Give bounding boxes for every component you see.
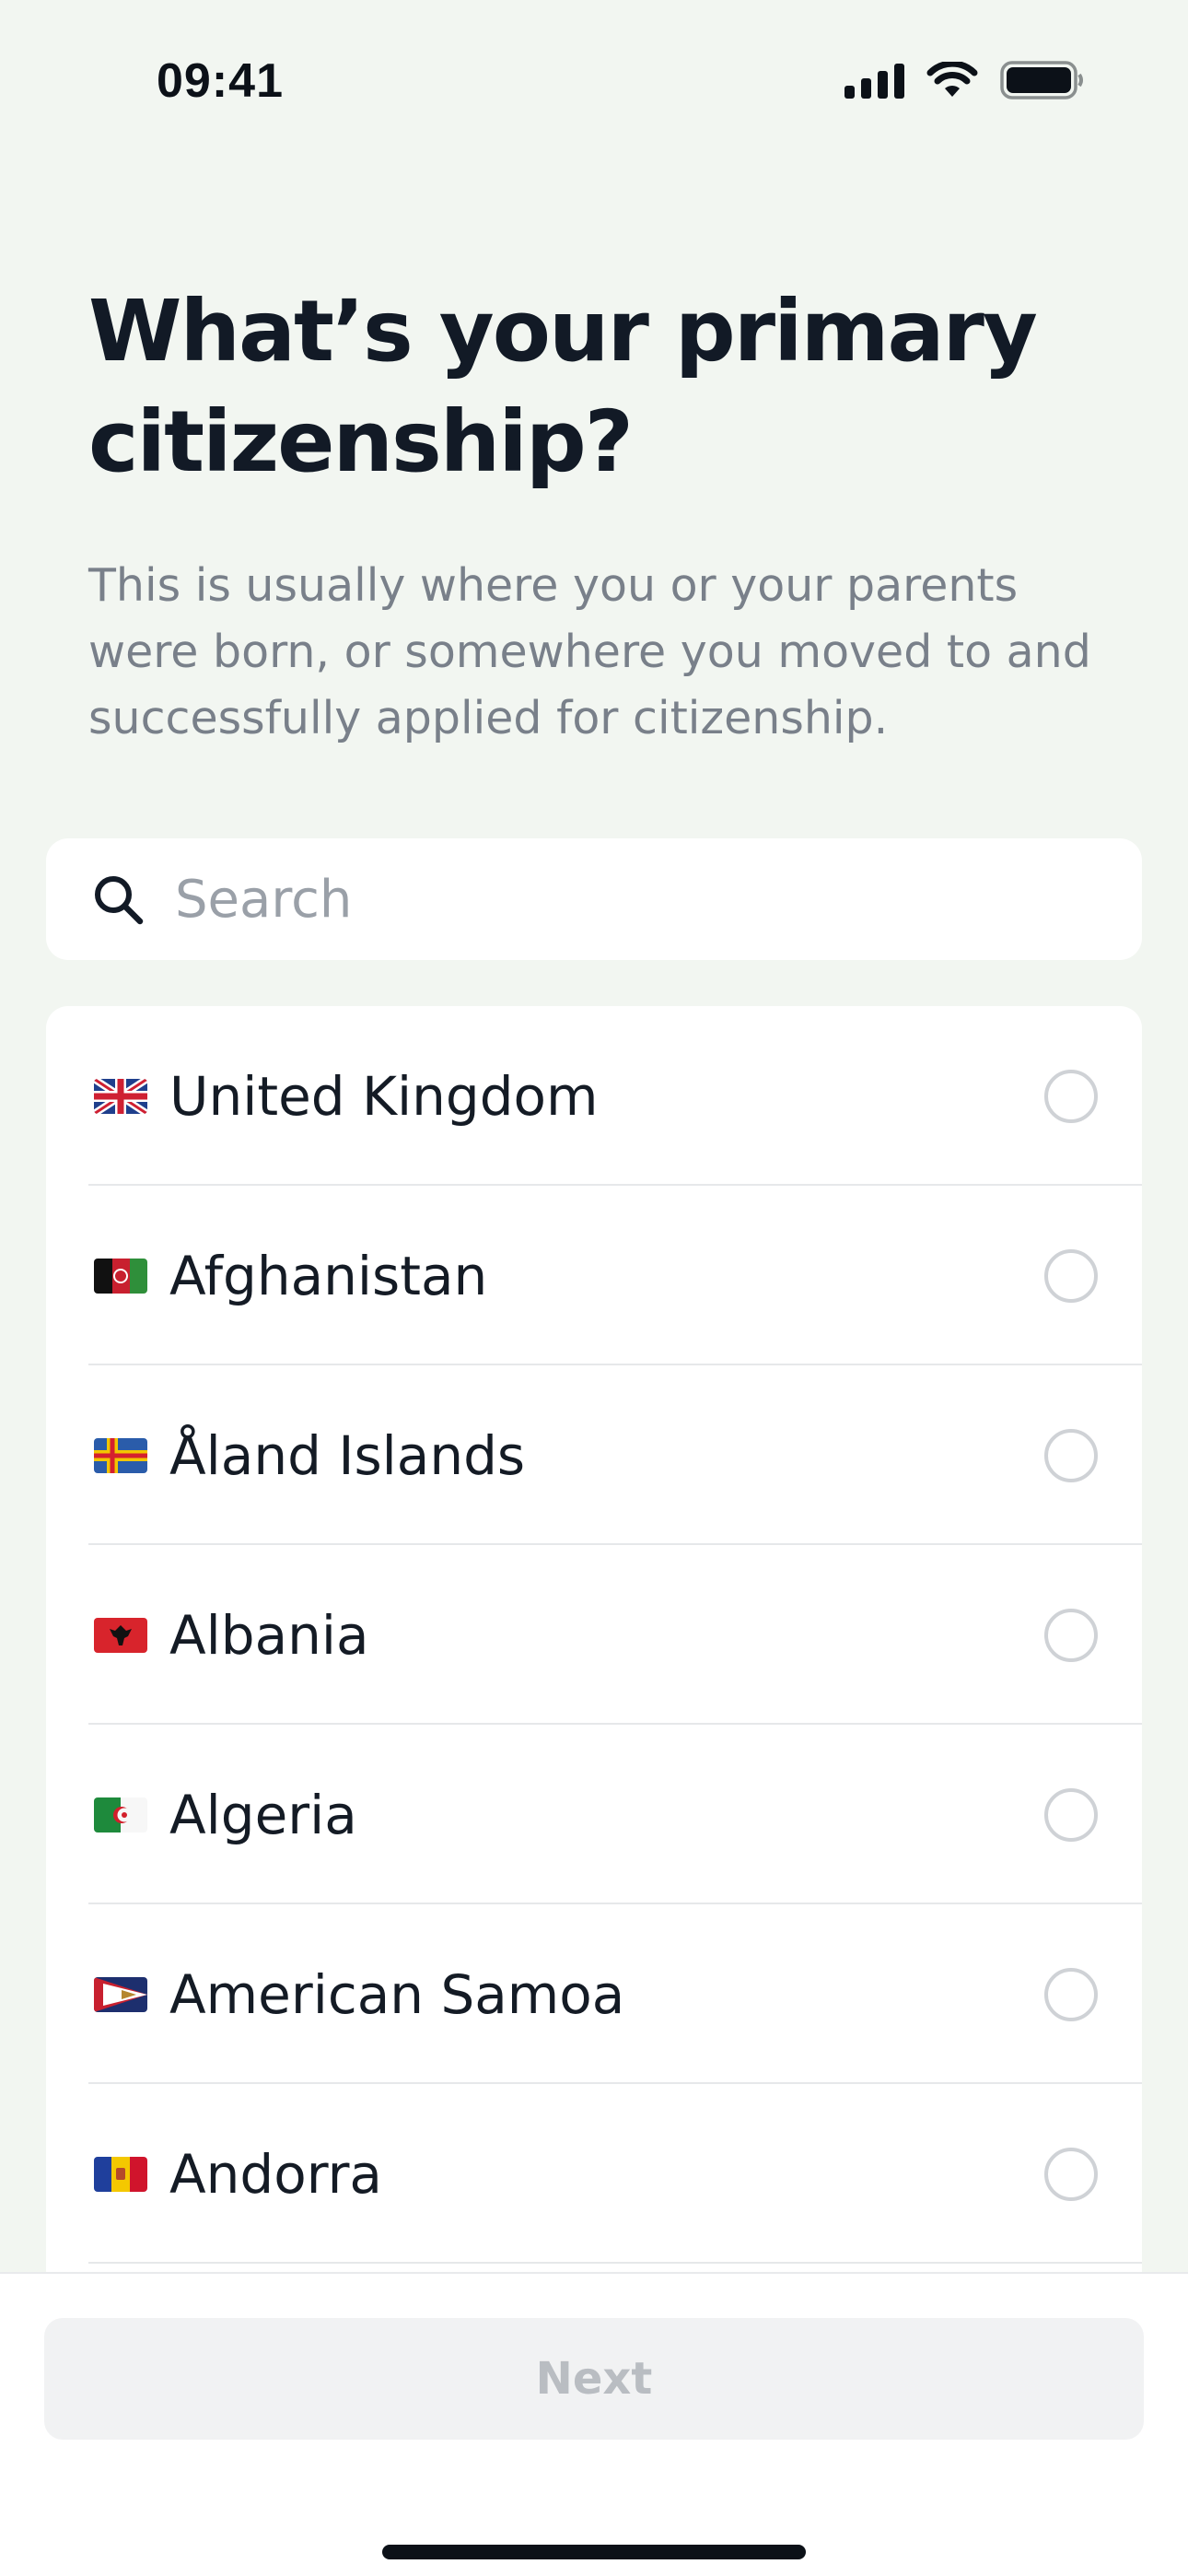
battery-icon [1000,60,1085,100]
flag-ad-icon [94,2156,147,2192]
signal-icon [844,62,904,99]
status-bar: 09:41 [0,0,1188,157]
country-list[interactable]: United Kingdom Afghanistan Åland Islands [46,1006,1142,2277]
page-title: What’s your primary citizenship? [88,282,1038,491]
flag-ax-icon [94,1437,147,1473]
country-name: Algeria [169,1783,357,1846]
flag-af-icon [94,1258,147,1294]
country-name: Albania [169,1603,369,1667]
radio-button[interactable] [1044,1967,1098,2021]
page-subtitle: This is usually where you or your parent… [88,559,1091,744]
search-box[interactable] [46,838,1142,960]
country-name: American Samoa [169,1962,625,2026]
country-name: Andorra [169,2142,382,2206]
country-row-aland-islands[interactable]: Åland Islands [46,1365,1142,1545]
flag-gb-icon [94,1078,147,1114]
radio-button[interactable] [1044,1787,1098,1842]
country-name: United Kingdom [169,1064,599,1128]
flag-as-icon [94,1976,147,2012]
wifi-icon [926,62,978,99]
country-name: Åland Islands [169,1423,526,1487]
next-button[interactable]: Next [44,2318,1144,2440]
flag-al-icon [94,1617,147,1653]
country-row-american-samoa[interactable]: American Samoa [46,1904,1142,2084]
status-time: 09:41 [157,54,284,108]
radio-button[interactable] [1044,1608,1098,1662]
country-row-algeria[interactable]: Algeria [46,1725,1142,1904]
country-row-andorra[interactable]: Andorra [46,2084,1142,2264]
radio-button[interactable] [1044,1069,1098,1123]
radio-button[interactable] [1044,2147,1098,2201]
radio-button[interactable] [1044,1428,1098,1482]
country-row-albania[interactable]: Albania [46,1545,1142,1725]
flag-dz-icon [94,1797,147,1832]
search-icon [95,876,144,925]
country-name: Afghanistan [169,1244,488,1307]
country-row-afghanistan[interactable]: Afghanistan [46,1186,1142,1365]
radio-button[interactable] [1044,1248,1098,1303]
country-row-united-kingdom[interactable]: United Kingdom [46,1006,1142,1186]
bottom-bar: Next [0,2272,1188,2576]
status-icons [844,57,1085,103]
home-indicator [382,2545,806,2559]
search-input[interactable] [175,869,1004,930]
